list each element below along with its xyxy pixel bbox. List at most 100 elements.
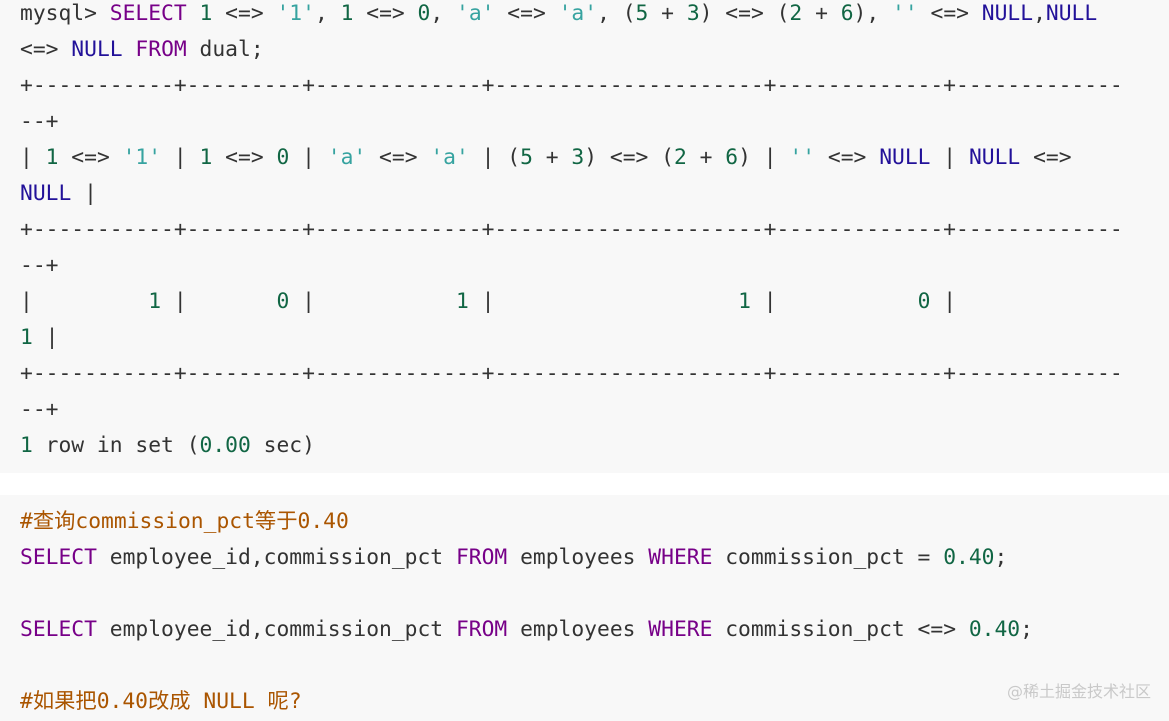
code-text: |: [20, 289, 149, 314]
code-text: <=>: [20, 37, 72, 62]
code-text: <=>: [917, 1, 982, 26]
code-text: |: [161, 145, 200, 170]
code-text: ) <=> (: [699, 1, 790, 26]
numeric-literal: 0.00: [199, 433, 251, 458]
code-text: , (: [597, 1, 636, 26]
sql-keyword: WHERE: [648, 545, 713, 570]
code-text: employees: [507, 617, 649, 642]
numeric-literal: 0.40: [943, 545, 995, 570]
code-text: ,: [1033, 1, 1046, 26]
code-line: NULL |: [20, 176, 97, 212]
code-text: --+: [20, 109, 59, 134]
code-text: |: [930, 145, 969, 170]
numeric-literal: 3: [686, 1, 700, 26]
numeric-literal: 1: [199, 1, 213, 26]
code-line: 1 row in set (0.00 sec): [20, 428, 315, 464]
code-comment: #如果把0.40改成 NULL 呢?: [20, 689, 302, 714]
sql-keyword: SELECT: [109, 1, 187, 26]
code-text: ,: [430, 1, 457, 26]
code-text: commission_pct =: [712, 545, 944, 570]
code-text: row in set (: [32, 433, 200, 458]
code-text: --+: [20, 397, 59, 422]
code-line: 1 |: [20, 320, 58, 356]
code-text: ),: [853, 1, 893, 26]
code-line: SELECT employee_id,commission_pct FROM e…: [20, 612, 1033, 648]
code-text: |: [289, 145, 328, 170]
string-literal: 'a': [327, 145, 367, 170]
string-literal: 'a': [430, 145, 469, 170]
sql-keyword: FROM: [455, 617, 508, 642]
code-text: dual;: [186, 37, 264, 62]
code-text: sec): [250, 433, 315, 458]
watermark-text: @稀土掘金技术社区: [1006, 682, 1151, 701]
code-text: mysql>: [20, 1, 110, 26]
code-line: #如果把0.40改成 NULL 呢?: [20, 684, 302, 720]
code-text: <=>: [366, 145, 431, 170]
code-block-mysql-output: mysql> SELECT 1 <=> '1', 1 <=> 0, 'a' <=…: [0, 0, 1169, 473]
code-text: <=>: [494, 1, 559, 26]
string-literal: 'a': [558, 1, 598, 26]
string-literal: 'a': [456, 1, 495, 26]
code-line: <=> NULL FROM dual;: [20, 32, 264, 68]
numeric-literal: 2: [789, 1, 803, 26]
numeric-literal: 6: [725, 145, 739, 170]
numeric-literal: 0: [917, 289, 931, 314]
code-text: ;: [1020, 617, 1033, 642]
numeric-literal: 1: [20, 325, 33, 350]
code-line: --+: [20, 248, 58, 284]
code-text: <=>: [815, 145, 880, 170]
sql-keyword: FROM: [455, 545, 508, 570]
code-text: +: [802, 1, 841, 26]
numeric-literal: 0: [276, 289, 290, 314]
numeric-literal: 1: [738, 289, 751, 314]
numeric-literal: 3: [571, 145, 585, 170]
code-text: |: [32, 325, 59, 350]
numeric-literal: 5: [635, 1, 649, 26]
code-text: employee_id,commission_pct: [96, 545, 456, 570]
sql-keyword: FROM: [135, 37, 187, 62]
code-text: +-----------+---------+-------------+---…: [20, 217, 1123, 242]
code-line: --+: [20, 104, 58, 140]
code-text: |: [20, 145, 46, 170]
sql-null-literal: NULL: [879, 145, 931, 170]
code-text: ,: [314, 1, 341, 26]
code-line: +-----------+---------+-------------+---…: [20, 68, 1123, 104]
code-comment: #查询commission_pct等于0.40: [20, 509, 349, 534]
sql-keyword: WHERE: [648, 617, 713, 642]
code-line: #查询commission_pct等于0.40: [20, 504, 349, 540]
code-text: <=>: [212, 1, 277, 26]
code-text: |: [71, 181, 97, 206]
code-text: |: [289, 289, 456, 314]
code-text: |: [468, 289, 739, 314]
code-text: |: [930, 289, 957, 314]
numeric-literal: 0: [417, 1, 431, 26]
sql-null-literal: NULL: [1045, 1, 1098, 26]
numeric-literal: 0.40: [968, 617, 1021, 642]
code-text: ) <=> (: [584, 145, 674, 170]
string-literal: '1': [122, 145, 162, 170]
code-text: +: [686, 145, 726, 170]
sql-null-literal: NULL: [20, 181, 72, 206]
code-text: employees: [507, 545, 649, 570]
code-text: employee_id,commission_pct: [96, 617, 456, 642]
numeric-literal: 1: [455, 289, 469, 314]
code-text: <=>: [1020, 145, 1072, 170]
code-line: mysql> SELECT 1 <=> '1', 1 <=> 0, 'a' <=…: [20, 0, 1097, 32]
code-text: commission_pct <=>: [712, 617, 969, 642]
string-literal: '': [789, 145, 816, 170]
code-text: +: [532, 145, 572, 170]
code-text: <=>: [212, 145, 277, 170]
sql-null-literal: NULL: [981, 1, 1034, 26]
sql-keyword: SELECT: [20, 545, 97, 570]
sql-null-literal: NULL: [968, 145, 1021, 170]
numeric-literal: 1: [340, 1, 354, 26]
code-text: ;: [994, 545, 1008, 570]
sql-null-literal: NULL: [71, 37, 123, 62]
sql-keyword: SELECT: [20, 617, 97, 642]
numeric-literal: 1: [148, 289, 162, 314]
code-block-sql-queries: #查询commission_pct等于0.40 SELECT employee_…: [0, 495, 1169, 721]
numeric-literal: 1: [199, 145, 213, 170]
numeric-literal: 6: [840, 1, 854, 26]
string-literal: '': [892, 1, 918, 26]
